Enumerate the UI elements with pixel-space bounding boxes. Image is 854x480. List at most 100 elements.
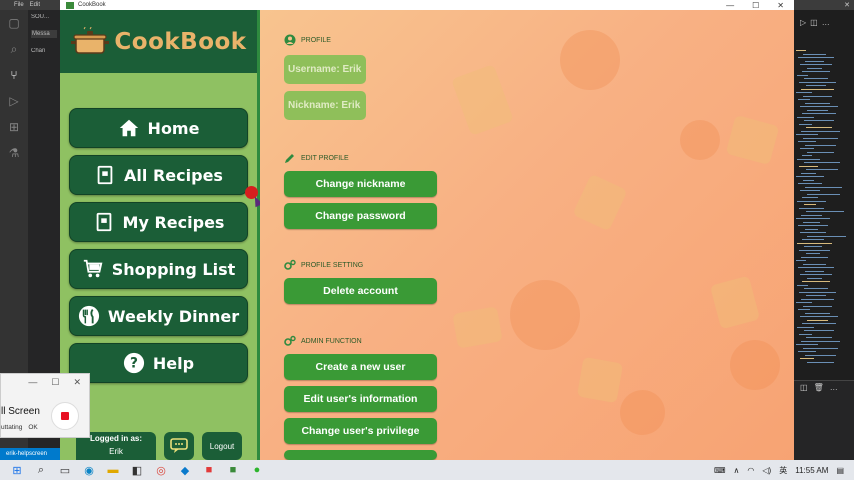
chrome-icon[interactable]: ◎ — [154, 463, 168, 477]
run-icon[interactable]: ▷ — [0, 88, 28, 114]
split-editor-icon[interactable]: ◫ — [810, 18, 818, 27]
chevron-up-icon[interactable]: ∧ — [734, 466, 740, 475]
create-user-button[interactable]: Create a new user — [284, 354, 437, 380]
split-panel-icon[interactable]: ◫ — [800, 383, 808, 458]
wechat-icon[interactable]: ● — [250, 463, 264, 477]
menu-file[interactable]: File — [14, 2, 24, 8]
change-password-button[interactable]: Change password — [284, 203, 437, 229]
delete-account-button[interactable]: Delete account — [284, 278, 437, 304]
minimap-line — [803, 221, 820, 223]
minimap-line — [798, 183, 822, 184]
nav-shopping-list-label: Shopping List — [111, 259, 236, 279]
search-icon[interactable]: ⌕ — [34, 463, 48, 477]
chat-button[interactable] — [164, 432, 194, 460]
notifications-icon[interactable]: ▤ — [836, 466, 844, 475]
nav-all-recipes-button[interactable]: All Recipes — [69, 155, 248, 195]
minimap-line — [796, 218, 830, 219]
question-icon: ? — [123, 352, 144, 374]
minimap-line — [802, 113, 836, 114]
recorder-app-icon[interactable]: ■ — [202, 463, 216, 477]
minimap-line — [796, 92, 812, 93]
section-admin-function-title: ADMIN FUNCTION — [301, 337, 362, 345]
maximize-icon[interactable]: ☐ — [51, 377, 59, 388]
nav-home-label: Home — [147, 118, 200, 138]
minimap-line — [804, 204, 816, 205]
minimap-line — [798, 225, 828, 226]
commit-message-input[interactable]: Messa — [31, 30, 57, 38]
clock[interactable]: 11:55 AM — [795, 466, 828, 475]
logo-bar: CookBook — [60, 10, 257, 73]
windows-start-icon[interactable]: ⊞ — [10, 463, 24, 477]
minimize-icon[interactable]: — — [28, 377, 37, 387]
nav-shopping-list-button[interactable]: Shopping List — [69, 249, 248, 289]
more-icon[interactable]: … — [822, 18, 830, 27]
volume-icon[interactable]: ◁) — [762, 466, 771, 475]
language-indicator[interactable]: 英 — [779, 465, 787, 476]
search-icon[interactable]: ⌕ — [0, 36, 28, 62]
close-icon[interactable]: ✕ — [73, 377, 81, 388]
minimap-line — [807, 109, 828, 111]
nav-weekly-dinner-button[interactable]: Weekly Dinner — [69, 296, 248, 336]
more-icon[interactable]: … — [830, 383, 838, 458]
maximize-icon[interactable]: ☐ — [752, 1, 759, 10]
trash-icon[interactable]: 🗑 — [814, 383, 824, 458]
file-explorer-icon[interactable]: ▬ — [106, 463, 120, 477]
vscode-menu: File Edit — [0, 0, 60, 10]
minimap-line — [797, 326, 814, 328]
minimap-line — [797, 116, 814, 118]
minimap-line — [803, 53, 826, 55]
minimize-icon[interactable]: — — [726, 1, 734, 10]
branch-label[interactable]: erik-helpscreen — [6, 451, 47, 457]
section-profile-setting-title: PROFILE SETTING — [301, 261, 364, 269]
background-decoration — [451, 64, 514, 136]
minimap-line — [800, 358, 814, 359]
minimap-line — [796, 302, 812, 303]
minimap-line — [804, 162, 840, 163]
more-admin-button[interactable] — [284, 450, 437, 460]
nav-help-button[interactable]: ? Help — [69, 343, 248, 383]
stop-recording-button[interactable] — [51, 402, 79, 430]
close-icon[interactable]: ✕ — [777, 1, 784, 10]
run-icon[interactable]: ▷ — [800, 18, 806, 27]
minimap-line — [796, 260, 806, 261]
minimap-line — [797, 74, 808, 76]
minimap-line — [798, 267, 834, 268]
cookbook-app-icon[interactable]: ■ — [226, 463, 240, 477]
vscode-statusbar[interactable]: erik-helpscreen — [0, 448, 60, 460]
minimap-line — [799, 291, 836, 293]
files-icon[interactable]: ▢ — [0, 10, 28, 36]
minimap-line — [807, 319, 828, 321]
stop-icon — [61, 412, 69, 420]
nav-home-button[interactable]: Home — [69, 108, 248, 148]
gears-icon — [284, 335, 296, 346]
change-privilege-button[interactable]: Change user's privilege — [284, 418, 437, 444]
store-icon[interactable]: ◧ — [130, 463, 144, 477]
section-edit-profile-title: EDIT PROFILE — [301, 154, 349, 162]
changes-group[interactable]: Chan — [31, 48, 57, 54]
vscode-icon[interactable]: ◆ — [178, 463, 192, 477]
minimap-line — [797, 284, 808, 286]
recipe-book-icon — [96, 212, 111, 232]
network-icon[interactable]: ◠ — [747, 466, 754, 475]
minimap-line — [800, 316, 838, 317]
edge-icon[interactable]: ◉ — [82, 463, 96, 477]
minimap-line — [806, 295, 826, 296]
cart-icon — [83, 259, 103, 278]
minimap-line — [804, 288, 828, 289]
keyboard-icon[interactable]: ⌨ — [714, 466, 726, 475]
nav-my-recipes-button[interactable]: My Recipes — [69, 202, 248, 242]
source-control-icon[interactable]: ⑂ — [0, 62, 28, 88]
task-view-icon[interactable]: ▭ — [58, 463, 72, 477]
chat-icon — [170, 438, 188, 453]
minimap-line — [796, 344, 818, 345]
extensions-icon[interactable]: ⊞ — [0, 114, 28, 140]
menu-edit[interactable]: Edit — [30, 2, 40, 8]
logout-button[interactable]: Logout — [202, 432, 242, 460]
test-icon[interactable]: ⚗ — [0, 140, 28, 166]
change-nickname-button[interactable]: Change nickname — [284, 171, 437, 197]
minimap-line — [803, 179, 814, 181]
minimap-line — [799, 333, 812, 335]
edit-user-info-button[interactable]: Edit user's information — [284, 386, 437, 412]
close-icon[interactable]: ✕ — [844, 1, 850, 9]
minimap[interactable] — [796, 50, 854, 370]
